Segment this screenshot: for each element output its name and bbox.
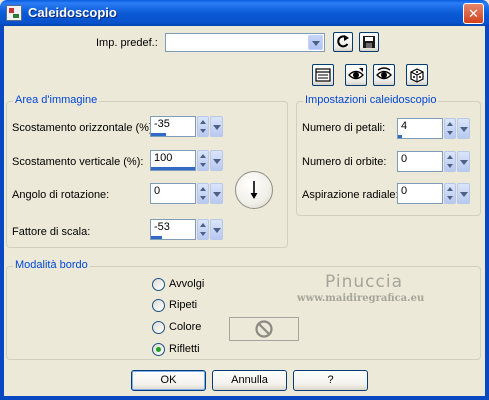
preset-reset-button[interactable] (333, 32, 353, 52)
ok-button[interactable]: OK (131, 370, 206, 391)
dialog-preview-icon (315, 68, 331, 82)
presets-dropdown[interactable] (165, 33, 325, 52)
petals-updown[interactable] (444, 118, 456, 139)
proof-button[interactable] (345, 64, 367, 86)
dialog-preview-button[interactable] (312, 64, 334, 86)
petals-dropdown[interactable] (457, 118, 470, 139)
image-area-title: Area d'immagine (13, 94, 100, 106)
orbits-dropdown[interactable] (457, 151, 470, 172)
watermark-name: Pinuccia (325, 272, 403, 292)
window-title: Caleidoscopio (28, 5, 117, 20)
scale-slider-fill[interactable] (151, 236, 162, 239)
edge-mode-group: Modalità bordo (6, 259, 481, 360)
suction-spinner[interactable]: 0 (397, 183, 472, 204)
suction-dropdown[interactable] (457, 183, 470, 204)
help-button[interactable]: ? (293, 370, 368, 391)
auto-proof-button[interactable] (373, 64, 395, 86)
close-button[interactable]: ✕ (463, 3, 484, 24)
chevron-down-icon[interactable] (308, 35, 323, 50)
save-disk-icon (363, 36, 375, 48)
watermark-url: www.maidiregrafica.eu (297, 293, 425, 304)
title-bar: Caleidoscopio ✕ (0, 0, 489, 26)
scale-dropdown[interactable] (210, 219, 223, 240)
orbits-updown[interactable] (444, 151, 456, 172)
petals-label: Numero di petali: (302, 122, 386, 134)
orbits-input[interactable]: 0 (397, 151, 443, 172)
radio-button-checked[interactable] (152, 343, 165, 356)
dial-pointer-icon (250, 181, 258, 199)
v-offset-slider-fill[interactable] (151, 167, 195, 170)
petals-input[interactable]: 4 (397, 118, 443, 139)
edge-color-swatch (229, 317, 299, 341)
cancel-button[interactable]: Annulla (212, 370, 287, 391)
preset-reset-icon (337, 35, 349, 48)
radio-label: Colore (169, 321, 202, 333)
scale-label: Fattore di scala: (12, 226, 91, 238)
preset-save-button[interactable] (359, 32, 379, 52)
v-offset-updown[interactable] (197, 150, 209, 171)
v-offset-dropdown[interactable] (210, 150, 223, 171)
h-offset-slider-fill[interactable] (151, 133, 166, 136)
rotation-dial[interactable] (235, 171, 273, 209)
h-offset-updown[interactable] (197, 116, 209, 137)
rotation-input[interactable]: 0 (150, 183, 196, 204)
window-frame-bottom (0, 396, 489, 400)
rotation-label: Angolo di rotazione: (12, 189, 110, 201)
proof-eye-icon (348, 68, 364, 80)
suction-updown[interactable] (444, 183, 456, 204)
radio-button[interactable] (152, 278, 165, 291)
v-offset-label: Scostamento verticale (%): (12, 156, 144, 168)
window-frame-left (0, 26, 4, 400)
suction-input[interactable]: 0 (397, 183, 443, 204)
rotation-updown[interactable] (197, 183, 209, 204)
random-dice-icon (410, 68, 424, 83)
orbits-label: Numero di orbite: (302, 156, 387, 168)
auto-proof-eye-icon (376, 67, 392, 80)
no-color-icon (255, 320, 273, 338)
scale-spinner[interactable]: -53 (150, 219, 225, 240)
suction-label: Aspirazione radiale: (302, 189, 399, 201)
presets-label: Imp. predef.: (96, 37, 158, 49)
window-frame-right (485, 26, 489, 400)
radio-label: Rifletti (169, 343, 200, 355)
edge-mode-title: Modalità bordo (13, 259, 90, 271)
kaleidoscope-title: Impostazioni caleidoscopio (303, 94, 439, 106)
radio-button[interactable] (152, 299, 165, 312)
rotation-dropdown[interactable] (210, 183, 223, 204)
radio-button[interactable] (152, 321, 165, 334)
scale-updown[interactable] (197, 219, 209, 240)
orbits-spinner[interactable]: 0 (397, 151, 472, 172)
h-offset-label: Scostamento orizzontale (%): (12, 122, 156, 134)
petals-slider-fill[interactable] (398, 135, 402, 138)
radio-label: Avvolgi (169, 278, 205, 290)
h-offset-dropdown[interactable] (210, 116, 223, 137)
randomize-button[interactable] (406, 64, 428, 86)
app-icon (6, 5, 22, 21)
v-offset-spinner[interactable]: 100 (150, 150, 225, 171)
radio-label: Ripeti (169, 299, 198, 311)
rotation-spinner[interactable]: 0 (150, 183, 225, 204)
petals-spinner[interactable]: 4 (397, 118, 472, 139)
h-offset-spinner[interactable]: -35 (150, 116, 225, 137)
